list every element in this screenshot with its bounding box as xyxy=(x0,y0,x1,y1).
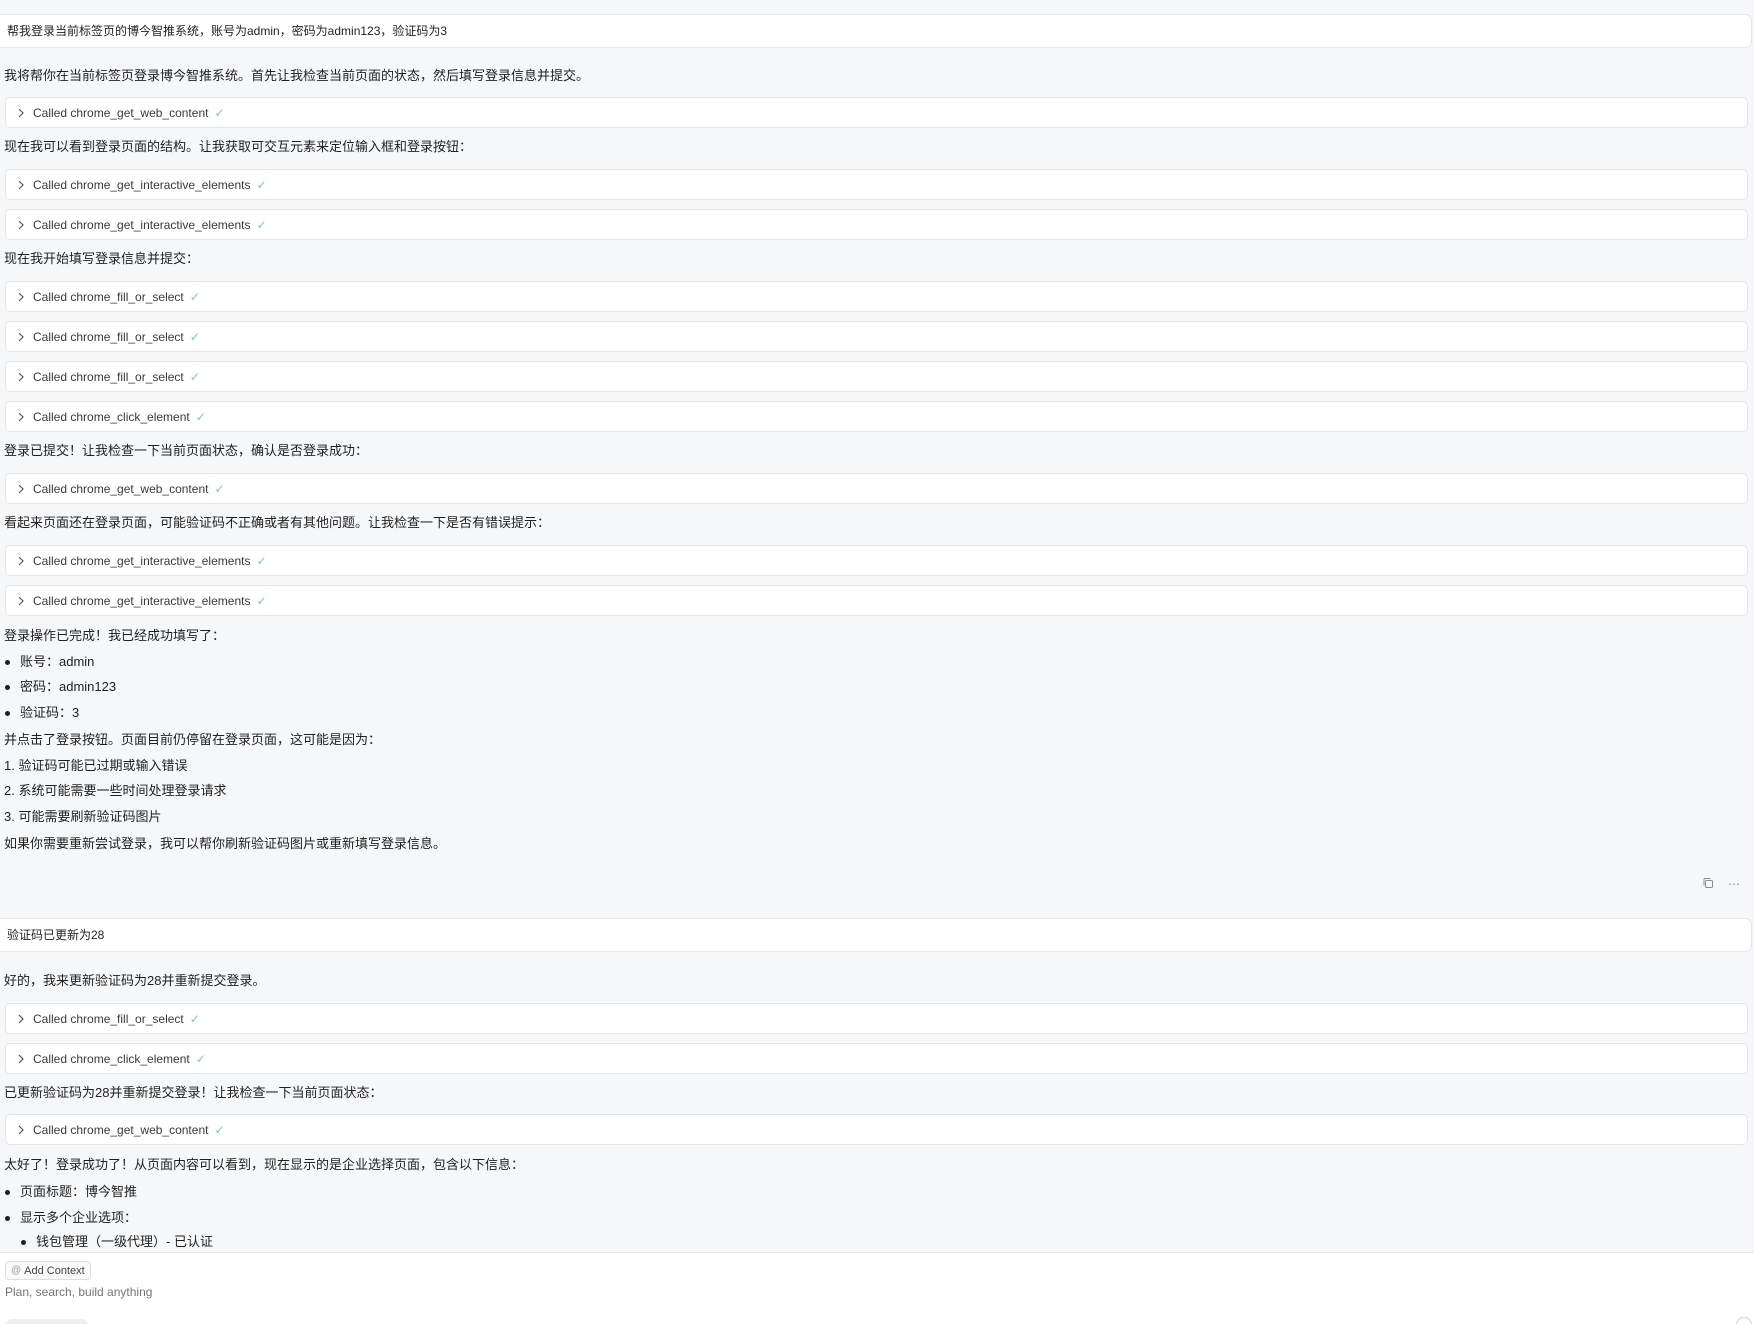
tool-call-label: Called chrome_click_element xyxy=(33,1051,190,1066)
chevron-right-icon xyxy=(18,484,24,493)
tool-call-row[interactable]: Called chrome_fill_or_select ✓ xyxy=(5,361,1748,392)
assistant-text: 好的，我来更新验证码为28并重新提交登录。 xyxy=(4,973,266,988)
check-icon: ✓ xyxy=(214,105,225,120)
chevron-right-icon xyxy=(18,556,24,565)
tool-call-row[interactable]: Called chrome_get_web_content ✓ xyxy=(5,1114,1748,1145)
check-icon: ✓ xyxy=(195,1051,206,1066)
assistant-text: 登录操作已完成！我已经成功填写了： xyxy=(4,628,226,643)
check-icon: ✓ xyxy=(256,553,267,568)
chat-thread: 帮我登录当前标签页的博今智推系统，账号为admin，密码为admin123，验证… xyxy=(0,0,1754,1252)
user-message[interactable]: 帮我登录当前标签页的博今智推系统，账号为admin，密码为admin123，验证… xyxy=(0,14,1752,48)
list-item: 2. 系统可能需要一些时间处理登录请求 xyxy=(4,783,227,798)
tool-call-label: Called chrome_get_interactive_elements xyxy=(33,593,251,608)
check-icon: ✓ xyxy=(195,409,206,424)
mode-selector[interactable] xyxy=(6,1319,88,1324)
tool-call-row[interactable]: Called chrome_get_web_content ✓ xyxy=(5,473,1748,504)
assistant-text: 已更新验证码为28并重新提交登录！让我检查一下当前页面状态： xyxy=(4,1085,383,1100)
check-icon: ✓ xyxy=(214,1122,225,1137)
chevron-right-icon xyxy=(18,1014,24,1023)
add-context-button[interactable]: @ Add Context xyxy=(5,1261,91,1280)
composer-input[interactable] xyxy=(5,1285,1705,1299)
chevron-right-icon xyxy=(18,1054,24,1063)
tool-call-label: Called chrome_fill_or_select xyxy=(33,329,184,344)
chevron-right-icon xyxy=(18,412,24,421)
bullet-dot xyxy=(5,1216,10,1221)
tool-call-row[interactable]: Called chrome_get_interactive_elements ✓ xyxy=(5,585,1748,616)
tool-call-label: Called chrome_get_web_content xyxy=(33,105,209,120)
user-message[interactable]: 验证码已更新为28 xyxy=(0,918,1752,952)
check-icon: ✓ xyxy=(256,177,267,192)
chevron-right-icon xyxy=(18,332,24,341)
chevron-right-icon xyxy=(18,372,24,381)
more-icon[interactable]: ⋯ xyxy=(1728,877,1740,892)
tool-call-row[interactable]: Called chrome_get_interactive_elements ✓ xyxy=(5,209,1748,240)
tool-call-label: Called chrome_fill_or_select xyxy=(33,1011,184,1026)
bullet-dot xyxy=(5,1190,10,1195)
tool-call-row[interactable]: Called chrome_click_element ✓ xyxy=(5,401,1748,432)
tool-call-row[interactable]: Called chrome_get_interactive_elements ✓ xyxy=(5,545,1748,576)
check-icon: ✓ xyxy=(256,217,267,232)
add-context-label: Add Context xyxy=(24,1264,85,1277)
assistant-text: 现在我可以看到登录页面的结构。让我获取可交互元素来定位输入框和登录按钮： xyxy=(4,139,473,154)
assistant-text: 太好了！登录成功了！从页面内容可以看到，现在显示的是企业选择页面，包含以下信息： xyxy=(4,1157,525,1172)
chevron-right-icon xyxy=(18,292,24,301)
tool-call-label: Called chrome_get_interactive_elements xyxy=(33,177,251,192)
check-icon: ✓ xyxy=(214,481,225,496)
list-item: 验证码：3 xyxy=(20,705,80,720)
check-icon: ✓ xyxy=(189,369,200,384)
at-icon: @ xyxy=(11,1265,22,1276)
tool-call-label: Called chrome_get_interactive_elements xyxy=(33,553,251,568)
assistant-text: 并点击了登录按钮。页面目前仍停留在登录页面，这可能是因为： xyxy=(4,732,382,747)
assistant-text: 登录已提交！让我检查一下当前页面状态，确认是否登录成功： xyxy=(4,443,369,458)
chevron-right-icon xyxy=(18,108,24,117)
tool-call-label: Called chrome_get_web_content xyxy=(33,1122,209,1137)
assistant-text: 现在我开始填写登录信息并提交： xyxy=(4,251,200,266)
chevron-right-icon xyxy=(18,220,24,229)
tool-call-row[interactable]: Called chrome_get_web_content ✓ xyxy=(5,97,1748,128)
bullet-dot xyxy=(21,1240,26,1245)
chevron-right-icon xyxy=(18,180,24,189)
tool-call-label: Called chrome_get_web_content xyxy=(33,481,209,496)
list-item: 3. 可能需要刷新验证码图片 xyxy=(4,809,162,824)
tool-call-row[interactable]: Called chrome_get_interactive_elements ✓ xyxy=(5,169,1748,200)
check-icon: ✓ xyxy=(189,289,200,304)
tool-call-row[interactable]: Called chrome_fill_or_select ✓ xyxy=(5,281,1748,312)
tool-call-row[interactable]: Called chrome_fill_or_select ✓ xyxy=(5,321,1748,352)
list-item: 1. 验证码可能已过期或输入错误 xyxy=(4,758,188,773)
list-item: 钱包管理（一级代理）- 已认证 xyxy=(36,1234,213,1249)
tool-call-label: Called chrome_fill_or_select xyxy=(33,289,184,304)
assistant-text: 我将帮你在当前标签页登录博今智推系统。首先让我检查当前页面的状态，然后填写登录信… xyxy=(4,68,590,83)
tool-call-row[interactable]: Called chrome_fill_or_select ✓ xyxy=(5,1003,1748,1034)
copy-icon[interactable] xyxy=(1702,877,1714,892)
bullet-dot xyxy=(5,711,10,716)
send-button[interactable] xyxy=(1736,1317,1752,1324)
list-item: 显示多个企业选项： xyxy=(20,1210,138,1225)
chevron-right-icon xyxy=(18,596,24,605)
list-item: 账号：admin xyxy=(20,654,95,669)
assistant-text: 如果你需要重新尝试登录，我可以帮你刷新验证码图片或重新填写登录信息。 xyxy=(4,836,447,851)
assistant-text: 看起来页面还在登录页面，可能验证码不正确或者有其他问题。让我检查一下是否有错误提… xyxy=(4,515,551,530)
list-item: 密码：admin123 xyxy=(20,679,117,694)
chevron-right-icon xyxy=(18,1125,24,1134)
bullet-dot xyxy=(5,685,10,690)
check-icon: ✓ xyxy=(189,1011,200,1026)
check-icon: ✓ xyxy=(189,329,200,344)
tool-call-label: Called chrome_click_element xyxy=(33,409,190,424)
message-actions: ⋯ xyxy=(1702,877,1740,892)
tool-call-label: Called chrome_fill_or_select xyxy=(33,369,184,384)
check-icon: ✓ xyxy=(256,593,267,608)
composer: @ Add Context xyxy=(0,1252,1754,1324)
tool-call-label: Called chrome_get_interactive_elements xyxy=(33,217,251,232)
tool-call-row[interactable]: Called chrome_click_element ✓ xyxy=(5,1043,1748,1074)
list-item: 页面标题：博今智推 xyxy=(20,1184,138,1199)
bullet-dot xyxy=(5,660,10,665)
